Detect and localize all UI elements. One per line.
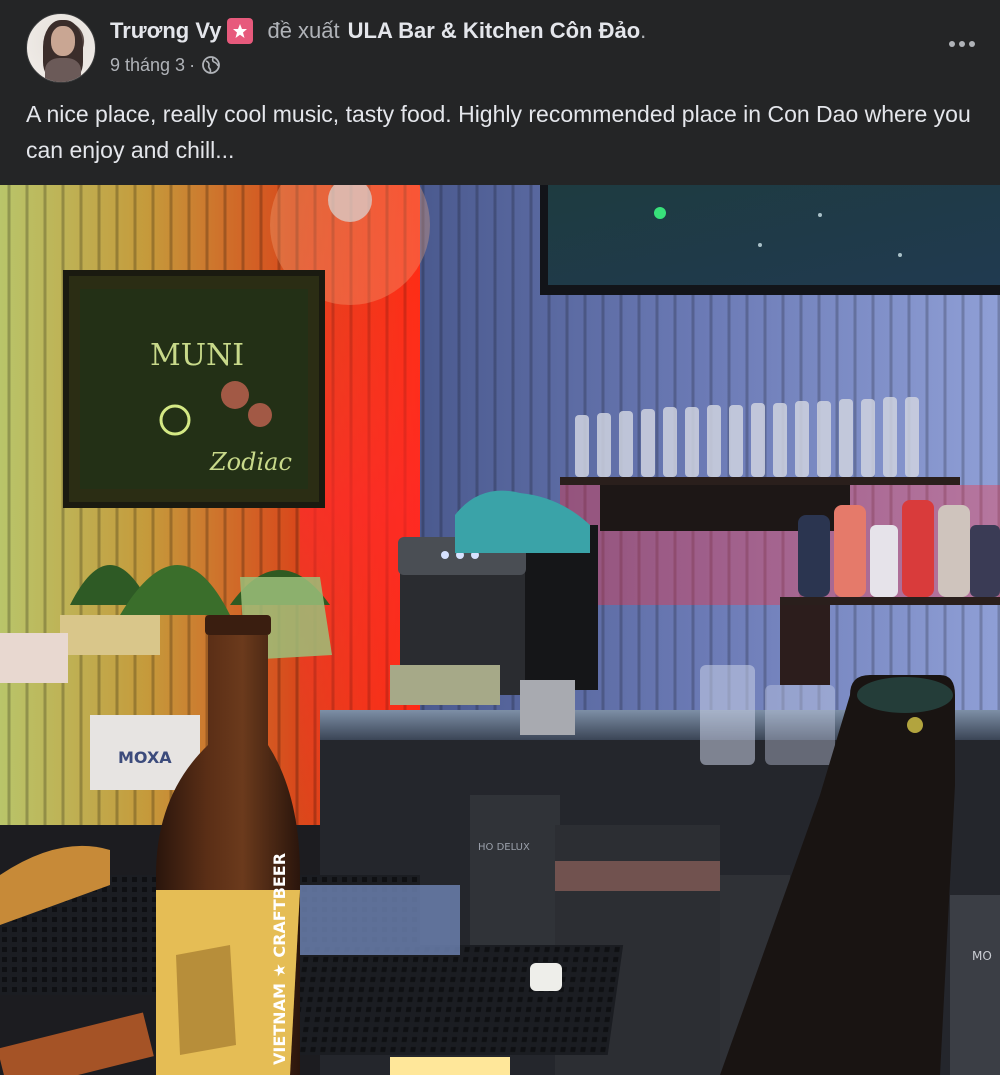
post-date[interactable]: 9 tháng 3 [110,55,185,76]
author-name[interactable]: Trương Vy [110,18,221,44]
place-link[interactable]: ULA Bar & Kitchen Côn Đảo [348,18,641,44]
avatar-body [45,58,81,82]
bottle-label: VIETNAM ★ CRAFTBEER [270,853,289,1065]
recommendation-post: Trương Vy đề xuất ULA Bar & Kitchen Côn … [0,0,1000,1075]
cardboard-box [60,615,160,655]
recommends-verb: đề xuất [267,18,340,43]
more-options-icon[interactable] [944,26,980,62]
machine-label: HO DELUX [478,842,530,853]
glasses [700,665,755,765]
post-photo[interactable]: MUNI Zodiac MOXA HO DELUX MO VIETNAM ★ C… [0,185,1000,1075]
sign-text-top: MUNI [150,338,244,373]
sign-text-bottom: Zodiac [209,448,292,476]
moxa-label: MOXA [118,748,172,767]
avatar-face [51,26,75,56]
badge-icon [227,18,254,44]
globe-icon[interactable] [201,55,221,75]
meta-separator: · [189,54,196,75]
post-title-line: Trương Vy đề xuất ULA Bar & Kitchen Côn … [110,16,646,46]
post-header: Trương Vy đề xuất ULA Bar & Kitchen Côn … [0,0,1000,185]
title-period: . [640,18,647,43]
fridge-label: MO [972,949,992,963]
author-avatar[interactable] [26,13,96,83]
fridge [950,895,1000,1075]
post-text: A nice place, really cool music, tasty f… [26,101,971,163]
bar-scene: MUNI Zodiac MOXA HO DELUX MO VIETNAM ★ C… [0,185,1000,1075]
post-meta: 9 tháng 3 · [110,52,221,78]
